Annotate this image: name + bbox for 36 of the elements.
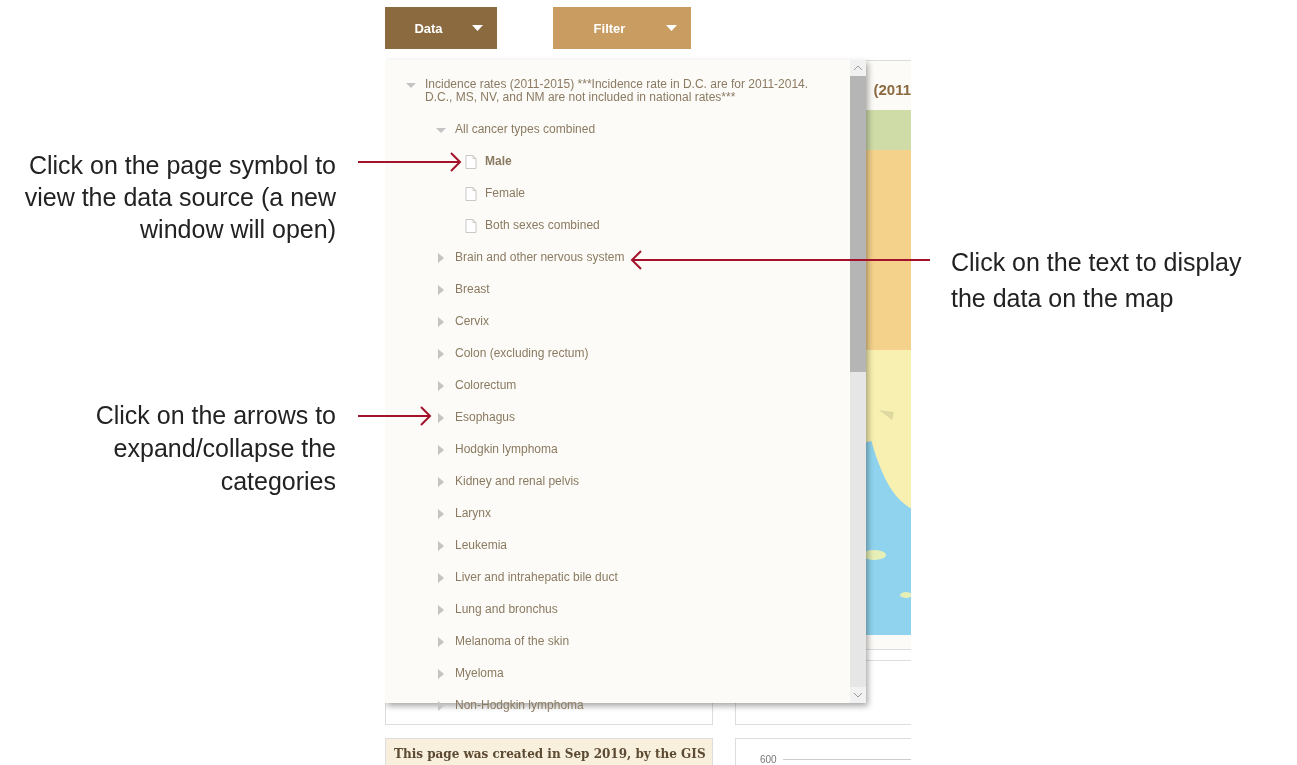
tree-item[interactable]: Kidney and renal pelvis bbox=[455, 475, 580, 488]
page-icon[interactable] bbox=[465, 219, 477, 233]
dropdown-button[interactable]: Data bbox=[385, 7, 497, 49]
tree-item[interactable]: Myeloma bbox=[455, 667, 504, 680]
tree-item[interactable]: Leukemia bbox=[455, 539, 508, 552]
annotation-text: Click on the page symbol to view the data source (a new window will open) bbox=[23, 150, 336, 245]
tree-item[interactable]: Esophagus bbox=[455, 411, 516, 424]
chevron-down-icon[interactable] bbox=[853, 692, 863, 698]
page-icon[interactable] bbox=[465, 155, 477, 169]
annotation-text: Click on the text to display the data on the map bbox=[951, 247, 1243, 314]
tree-item[interactable]: Lung and bronchus bbox=[455, 603, 558, 616]
footer-note: This page was created in Sep 2019, by the GIS bbox=[385, 738, 713, 765]
tree-item[interactable]: Brain and other nervous system bbox=[455, 251, 625, 264]
map-title: (2011 bbox=[873, 81, 911, 98]
axis-tick-label: 600 bbox=[760, 753, 777, 765]
tree-item[interactable]: Colon (excluding rectum) bbox=[455, 347, 589, 360]
tree-item[interactable]: Male bbox=[485, 155, 512, 168]
scrollbar[interactable] bbox=[850, 60, 866, 703]
tree-item[interactable]: Female bbox=[485, 187, 525, 200]
page-icon[interactable] bbox=[465, 187, 477, 201]
tree-item[interactable]: Cervix bbox=[455, 315, 489, 328]
tree-item[interactable]: Non-Hodgkin lymphoma bbox=[455, 699, 584, 712]
tree-item[interactable]: Breast bbox=[455, 283, 490, 296]
annotation-text: Click on the arrows to expand/collapse the categories bbox=[94, 400, 336, 497]
tree-item[interactable]: Liver and intrahepatic bile duct bbox=[455, 571, 618, 584]
caret-down-icon bbox=[666, 25, 677, 31]
tree-item[interactable]: Both sexes combined bbox=[485, 219, 600, 232]
chevron-up-icon[interactable] bbox=[853, 65, 863, 71]
dropdown-button[interactable]: Filter bbox=[553, 7, 691, 49]
tree-item[interactable]: Incidence rates (2011-2015) ***Incidence rate in D.C. are for 2011-2014. D.C., MS, NV, and NM are not included in national rates*** bbox=[425, 78, 825, 104]
tree-item[interactable]: Larynx bbox=[455, 507, 492, 520]
caret-down-icon bbox=[472, 25, 483, 31]
tree-item[interactable]: Colorectum bbox=[455, 379, 517, 392]
tree-item[interactable]: Melanoma of the skin bbox=[455, 635, 570, 648]
tree-item[interactable]: Hodgkin lymphoma bbox=[455, 443, 558, 456]
tree-item[interactable]: All cancer types combined bbox=[455, 123, 596, 136]
